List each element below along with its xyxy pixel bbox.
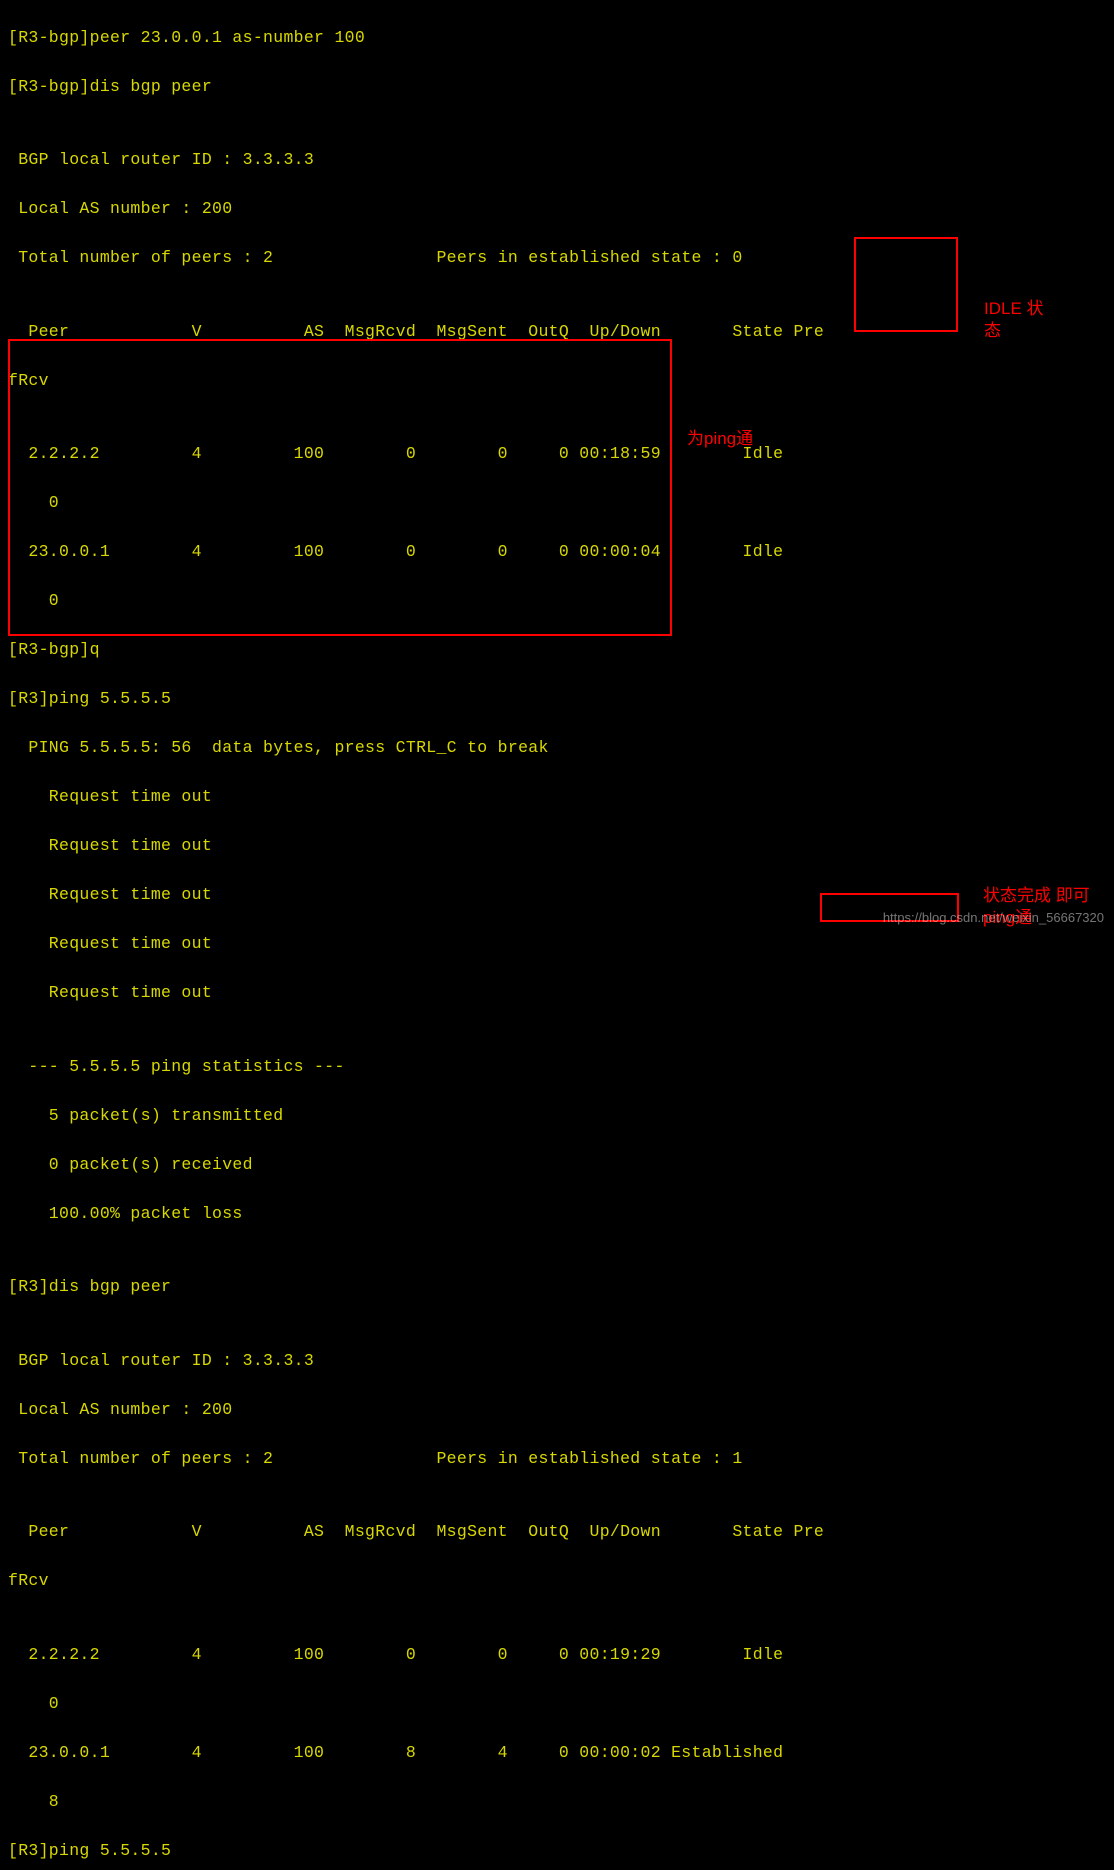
ping-timeout-4: Request time out <box>8 932 1106 957</box>
table-header-1a: Peer V AS MsgRcvd MsgSent OutQ Up/Down S… <box>8 320 1106 345</box>
ping-stats-header: --- 5.5.5.5 ping statistics --- <box>8 1055 1106 1080</box>
peer-row-1b-cont: 0 <box>8 589 1106 614</box>
ping-header: PING 5.5.5.5: 56 data bytes, press CTRL_… <box>8 736 1106 761</box>
annotation-idle: IDLE 状态 <box>984 298 1044 342</box>
local-as-1: Local AS number : 200 <box>8 197 1106 222</box>
cmd-ping-1: [R3]ping 5.5.5.5 <box>8 687 1106 712</box>
peer-row-2a: 2.2.2.2 4 100 0 0 0 00:19:29 Idle <box>8 1643 1106 1668</box>
table-header-2b: fRcv <box>8 1569 1106 1594</box>
cmd-peer-as: [R3-bgp]peer 23.0.0.1 as-number 100 <box>8 26 1106 51</box>
cmd-quit: [R3-bgp]q <box>8 638 1106 663</box>
ping-timeout-1: Request time out <box>8 785 1106 810</box>
peer-row-2b: 23.0.0.1 4 100 8 4 0 00:00:02 Establishe… <box>8 1741 1106 1766</box>
table-header-1b: fRcv <box>8 369 1106 394</box>
peer-row-1a-cont: 0 <box>8 491 1106 516</box>
watermark: https://blog.csdn.net/weixin_56667320 <box>883 906 1104 931</box>
total-peers-1: Total number of peers : 2 Peers in estab… <box>8 246 1106 271</box>
cmd-dis-bgp-peer-1: [R3-bgp]dis bgp peer <box>8 75 1106 100</box>
total-peers-2: Total number of peers : 2 Peers in estab… <box>8 1447 1106 1472</box>
ping-transmitted: 5 packet(s) transmitted <box>8 1104 1106 1129</box>
peer-row-1b: 23.0.0.1 4 100 0 0 0 00:00:04 Idle <box>8 540 1106 565</box>
peer-row-2b-cont: 8 <box>8 1790 1106 1815</box>
ping-timeout-5: Request time out <box>8 981 1106 1006</box>
peer-row-1a: 2.2.2.2 4 100 0 0 0 00:18:59 Idle <box>8 442 1106 467</box>
peer-row-2a-cont: 0 <box>8 1692 1106 1717</box>
cmd-dis-bgp-peer-2: [R3]dis bgp peer <box>8 1275 1106 1300</box>
cmd-ping-2: [R3]ping 5.5.5.5 <box>8 1839 1106 1864</box>
terminal-output[interactable]: [R3-bgp]peer 23.0.0.1 as-number 100 [R3-… <box>0 0 1114 1870</box>
table-header-2a: Peer V AS MsgRcvd MsgSent OutQ Up/Down S… <box>8 1520 1106 1545</box>
ping-timeout-2: Request time out <box>8 834 1106 859</box>
router-id-2: BGP local router ID : 3.3.3.3 <box>8 1349 1106 1374</box>
ping-timeout-3: Request time out <box>8 883 1106 908</box>
local-as-2: Local AS number : 200 <box>8 1398 1106 1423</box>
router-id-1: BGP local router ID : 3.3.3.3 <box>8 148 1106 173</box>
ping-loss: 100.00% packet loss <box>8 1202 1106 1227</box>
annotation-ping-fail: 为ping通 <box>687 428 753 450</box>
ping-received: 0 packet(s) received <box>8 1153 1106 1178</box>
